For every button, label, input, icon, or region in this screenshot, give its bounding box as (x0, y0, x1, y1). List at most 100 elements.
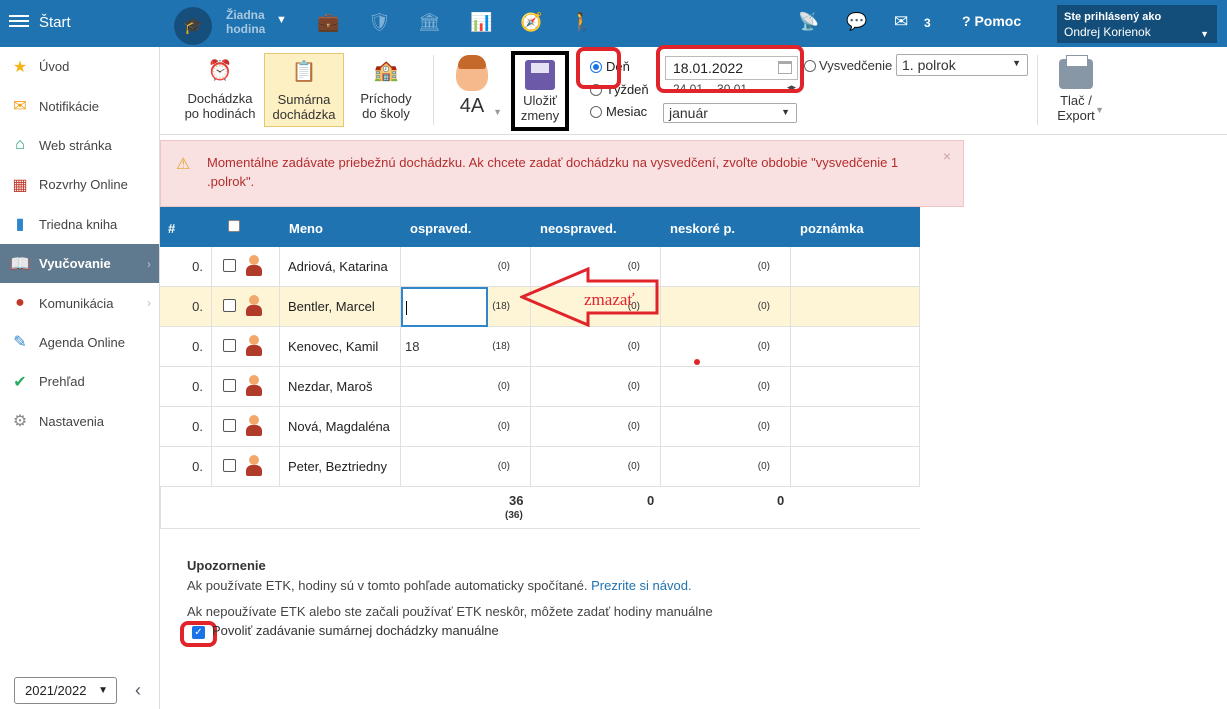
manual-entry-checkbox[interactable]: ✓ (192, 626, 205, 639)
class-selector[interactable]: 4A ▼ (442, 55, 502, 127)
compass-icon[interactable]: 🧭 (520, 12, 542, 33)
radio-month[interactable]: Mesiac (590, 104, 647, 119)
guide-link[interactable]: Prezrite si návod. (591, 578, 691, 593)
sidebar-item-label: Vyučovanie (39, 256, 111, 272)
total-excused: 36 (509, 493, 524, 508)
late-count: (0) (757, 261, 770, 272)
excused-input[interactable]: 18 (405, 339, 419, 354)
radio-certificate[interactable]: Vysvedčenie (804, 58, 892, 73)
student-avatar-icon (456, 55, 488, 91)
student-icon (246, 255, 262, 277)
arrivals-button[interactable]: 🏫 Príchody do školy (350, 53, 422, 127)
unexcused-cell[interactable]: (0) (531, 367, 661, 407)
unexcused-count: (0) (627, 341, 640, 352)
start-link[interactable]: Štart (39, 14, 71, 31)
row-select (212, 367, 280, 407)
mail-icon[interactable]: ✉ (894, 12, 908, 32)
bar-chart-icon[interactable]: 📊 (470, 12, 492, 33)
total-unexcused: 0 (647, 493, 655, 508)
excused-cell[interactable]: (0) (401, 407, 531, 447)
row-select (212, 247, 280, 287)
row-checkbox[interactable] (223, 419, 236, 432)
unexcused-cell[interactable]: (0) (531, 407, 661, 447)
late-cell[interactable]: (0) (661, 287, 791, 327)
late-cell[interactable]: (0) (661, 447, 791, 487)
summary-attendance-button[interactable]: 📋 Sumárna dochádzka (264, 53, 344, 127)
chevron-down-icon: ▼ (1095, 105, 1104, 115)
note-cell[interactable] (791, 327, 920, 367)
row-checkbox[interactable] (223, 259, 236, 272)
notice-section: Upozornenie Ak používate ETK, hodiny sú … (187, 556, 713, 622)
sidebar-item-web[interactable]: ⌂ Web stránka (0, 126, 159, 165)
school-year-select[interactable]: 2021/2022 ▼ (14, 677, 117, 704)
attendance-by-hours-button[interactable]: ⏰ Dochádzka po hodinách (182, 53, 258, 127)
delete-annotation-label: zmazať (584, 290, 635, 309)
cast-icon[interactable]: 📡 (798, 12, 819, 32)
sidebar-item-vyucovanie[interactable]: 📖 Vyučovanie › (0, 243, 159, 284)
button-label: Dochádzka (187, 91, 253, 106)
excused-cell[interactable]: (0) (401, 447, 531, 487)
select-all-checkbox[interactable] (228, 220, 240, 232)
sidebar-item-nastavenia[interactable]: ⚙ Nastavenia (0, 402, 159, 441)
excused-cell[interactable]: (18) (401, 287, 531, 327)
radio-button[interactable] (804, 59, 816, 72)
unexcused-cell[interactable]: (0) (531, 447, 661, 487)
printer-icon (1059, 55, 1093, 89)
save-changes-button[interactable]: Uložiť zmeny (511, 51, 569, 131)
table-row: 0. Peter, Beztriedny (0) (0) (0) (160, 447, 920, 487)
sidebar-item-agenda[interactable]: ✎ Agenda Online (0, 323, 159, 362)
chat-bubbles-icon[interactable]: 💬 (846, 12, 867, 32)
late-cell[interactable]: (0) (661, 327, 791, 367)
briefcase-icon[interactable]: 💼 (317, 12, 339, 33)
row-number: 0. (160, 367, 212, 407)
close-icon[interactable]: × (943, 147, 951, 166)
sidebar-item-komunikacia[interactable]: ● Komunikácia › (0, 283, 159, 322)
late-cell[interactable]: (0) (661, 407, 791, 447)
graduation-cap-icon[interactable]: 🎓 (174, 7, 212, 45)
unexcused-cell[interactable]: (0) (531, 327, 661, 367)
shield-icon[interactable]: 🛡 (368, 12, 391, 33)
col-name[interactable]: Meno (289, 221, 323, 236)
print-export-button[interactable]: Tlač / Export ▼ (1046, 55, 1106, 123)
note-cell[interactable] (791, 247, 920, 287)
school-icon: 🏫 (373, 60, 399, 82)
chevron-down-icon[interactable]: ▼ (276, 14, 287, 26)
col-note: poznámka (800, 221, 864, 236)
row-checkbox[interactable] (223, 299, 236, 312)
excused-count: (0) (497, 381, 510, 392)
sidebar-item-uvod[interactable]: ★ Úvod (0, 47, 159, 86)
sidebar-item-rozvrhy[interactable]: ▦ Rozvrhy Online (0, 165, 159, 204)
excused-input-focused[interactable] (401, 287, 488, 327)
sidebar-item-prehlad[interactable]: ✔ Prehľad (0, 362, 159, 401)
bank-icon[interactable]: 🏛 (418, 12, 441, 33)
hikers-icon[interactable]: 🚶 (570, 12, 592, 33)
collapse-sidebar-icon[interactable]: ‹ (135, 680, 141, 701)
excused-cell[interactable]: (0) (401, 247, 531, 287)
late-cell[interactable]: (0) (661, 247, 791, 287)
note-cell[interactable] (791, 287, 920, 327)
note-cell[interactable] (791, 407, 920, 447)
red-dot-marker (694, 359, 700, 365)
sidebar-item-triedna-kniha[interactable]: ▮ Triedna kniha (0, 205, 159, 244)
cert-value: 1. polrok (902, 57, 956, 73)
help-button[interactable]: ? Pomoc (962, 13, 1021, 29)
excused-cell[interactable]: (0) (401, 367, 531, 407)
user-menu[interactable]: Ste prihlásený ako Ondrej Korienok ▼ (1057, 5, 1217, 43)
row-checkbox[interactable] (223, 379, 236, 392)
late-cell[interactable]: (0) (661, 367, 791, 407)
hamburger-menu-icon[interactable] (9, 12, 29, 32)
row-checkbox[interactable] (223, 459, 236, 472)
alarm-clock-icon: ⏰ (207, 60, 233, 82)
sidebar-item-notifikacie[interactable]: ✉ Notifikácie (0, 86, 159, 125)
radio-button[interactable] (590, 105, 602, 118)
month-select[interactable]: január ▼ (663, 103, 797, 123)
lesson-selector[interactable]: Žiadna hodina (226, 8, 265, 36)
row-checkbox[interactable] (223, 339, 236, 352)
excused-cell[interactable]: 18 (18) (401, 327, 531, 367)
alert-text: Momentálne zadávate priebežnú dochádzku.… (207, 155, 899, 189)
manual-entry-label[interactable]: Povoliť zadávanie sumárnej dochádzky man… (212, 623, 499, 638)
row-number: 0. (160, 447, 212, 487)
certificate-period-select[interactable]: 1. polrok ▼ (896, 54, 1028, 76)
note-cell[interactable] (791, 447, 920, 487)
note-cell[interactable] (791, 367, 920, 407)
